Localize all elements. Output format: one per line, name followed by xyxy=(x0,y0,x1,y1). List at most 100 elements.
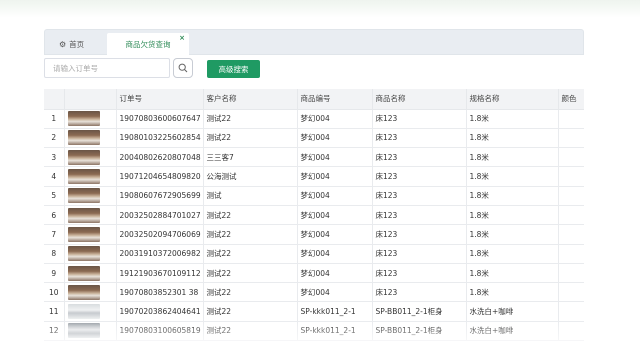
product-image[interactable] xyxy=(67,207,100,223)
row-index: 6 xyxy=(44,205,65,226)
table-row[interactable]: 4 19071204654809820 公海测试 梦幻004 床123 1.8米 xyxy=(44,166,584,187)
table-row[interactable]: 2 19080103225602854 测试22 梦幻004 床123 1.8米 xyxy=(44,128,584,149)
product-code: 梦幻004 xyxy=(297,166,373,187)
spec-name: 1.8米 xyxy=(466,109,559,129)
order-number: 19070203862404641 xyxy=(116,301,204,322)
table-row[interactable]: 10 19070803852301 38 测试22 梦幻004 床123 1.8米 xyxy=(44,282,584,303)
product-code: 梦幻004 xyxy=(297,147,373,168)
product-image[interactable] xyxy=(67,188,100,204)
table-header-row: 订单号 客户名称 商品编号 商品名称 规格名称 颜色 xyxy=(44,89,584,110)
customer-name: 公海测试 xyxy=(203,166,298,187)
table-row[interactable]: 7 20032502094706069 测试22 梦幻004 床123 1.8米 xyxy=(44,224,584,245)
customer-name: 测试22 xyxy=(203,109,298,129)
product-name: 床123 xyxy=(372,166,467,187)
color-name xyxy=(558,244,584,264)
close-icon[interactable]: × xyxy=(179,34,185,42)
product-image[interactable] xyxy=(67,111,100,127)
product-name: 床123 xyxy=(372,244,467,264)
table-row[interactable]: 11 19070203862404641 测试22 SP-kkk011_2-1 SP-B… xyxy=(44,301,584,322)
col-customer-header[interactable]: 客户名称 xyxy=(203,89,298,110)
table-row[interactable]: 6 20032502884701027 测试22 梦幻004 床123 1.8米 xyxy=(44,205,584,226)
color-name xyxy=(558,109,584,129)
spec-name: 1.8米 xyxy=(466,205,559,226)
product-image[interactable] xyxy=(67,265,100,281)
row-thumbnail xyxy=(64,147,117,168)
product-image[interactable] xyxy=(67,284,100,300)
color-name xyxy=(558,301,584,322)
tab-home-label: 首页 xyxy=(69,40,85,49)
col-order-header[interactable]: 订单号 xyxy=(116,89,204,110)
customer-name: 测试22 xyxy=(203,321,298,342)
product-image[interactable] xyxy=(67,149,100,165)
row-index: 9 xyxy=(44,263,65,284)
spec-name: 水洗白+咖啡 xyxy=(466,301,559,322)
customer-name: 测试22 xyxy=(203,244,298,264)
product-name: 床123 xyxy=(372,128,467,149)
order-search-input[interactable] xyxy=(44,58,170,78)
tab-home[interactable]: ⚙ 首页 xyxy=(59,33,84,56)
color-name xyxy=(558,186,584,206)
product-name: 床123 xyxy=(372,109,467,129)
product-name: SP-BB011_2-1柜身 xyxy=(372,321,467,342)
row-thumbnail xyxy=(64,224,117,245)
search-button[interactable] xyxy=(173,58,193,78)
color-name xyxy=(558,205,584,226)
color-name xyxy=(558,147,584,168)
product-image[interactable] xyxy=(67,226,100,242)
order-number: 19121903670109112 xyxy=(116,263,204,284)
row-thumbnail xyxy=(64,186,117,206)
row-index: 3 xyxy=(44,147,65,168)
customer-name: 测试22 xyxy=(203,282,298,303)
product-name: 床123 xyxy=(372,224,467,245)
spec-name: 1.8米 xyxy=(466,128,559,149)
product-code: 梦幻004 xyxy=(297,186,373,206)
customer-name: 测试22 xyxy=(203,301,298,322)
table-row[interactable]: 1 19070803600607647 测试22 梦幻004 床123 1.8米 xyxy=(44,109,584,129)
order-number: 19070803100605819 xyxy=(116,321,204,342)
col-product-header[interactable]: 商品名称 xyxy=(372,89,467,110)
spec-name: 1.8米 xyxy=(466,166,559,187)
page: ⚙ 首页 商品欠货查询 × 高级搜索 订单号 客户名称 商品编号 商品名称 xyxy=(0,0,640,360)
search-icon xyxy=(178,63,188,73)
product-image[interactable] xyxy=(67,169,100,185)
tab-stock-query[interactable]: 商品欠货查询 × xyxy=(107,33,189,56)
gear-icon: ⚙ xyxy=(59,40,67,49)
order-number: 20032502884701027 xyxy=(116,205,204,226)
color-name xyxy=(558,263,584,284)
color-name xyxy=(558,128,584,149)
spec-name: 1.8米 xyxy=(466,282,559,303)
table-row[interactable]: 12 19070803100605819 测试22 SP-kkk011_2-1 SP-B… xyxy=(44,321,584,342)
spec-name: 1.8米 xyxy=(466,224,559,245)
row-index: 11 xyxy=(44,301,65,322)
product-code: 梦幻004 xyxy=(297,282,373,303)
customer-name: 测试22 xyxy=(203,128,298,149)
row-thumbnail xyxy=(64,263,117,284)
table-row[interactable]: 3 20040802620807048 三三客7 梦幻004 床123 1.8米 xyxy=(44,147,584,168)
col-spec-header[interactable]: 规格名称 xyxy=(466,89,559,110)
product-code: SP-kkk011_2-1 xyxy=(297,321,373,342)
col-color-header[interactable]: 颜色 xyxy=(558,89,584,110)
advanced-search-button[interactable]: 高级搜索 xyxy=(207,60,260,78)
table-row[interactable]: 8 20031910372006982 测试22 梦幻004 床123 1.8米 xyxy=(44,244,584,264)
color-name xyxy=(558,166,584,187)
table-row[interactable]: 9 19121903670109112 测试22 梦幻004 床123 1.8米 xyxy=(44,263,584,284)
row-index: 5 xyxy=(44,186,65,206)
product-image[interactable] xyxy=(67,304,100,320)
product-image[interactable] xyxy=(67,246,100,262)
product-code: 梦幻004 xyxy=(297,205,373,226)
table-row[interactable]: 5 19080607672905699 测试 梦幻004 床123 1.8米 xyxy=(44,186,584,206)
spec-name: 水洗白+咖啡 xyxy=(466,321,559,342)
row-thumbnail xyxy=(64,166,117,187)
col-code-header[interactable]: 商品编号 xyxy=(297,89,373,110)
row-index: 1 xyxy=(44,109,65,129)
product-code: 梦幻004 xyxy=(297,263,373,284)
product-image[interactable] xyxy=(67,130,100,146)
row-thumbnail xyxy=(64,301,117,322)
row-thumbnail xyxy=(64,109,117,129)
product-name: 床123 xyxy=(372,282,467,303)
col-image-header xyxy=(64,89,117,110)
row-index: 2 xyxy=(44,128,65,149)
product-image[interactable] xyxy=(67,323,100,339)
spec-name: 1.8米 xyxy=(466,147,559,168)
order-number: 19071204654809820 xyxy=(116,166,204,187)
